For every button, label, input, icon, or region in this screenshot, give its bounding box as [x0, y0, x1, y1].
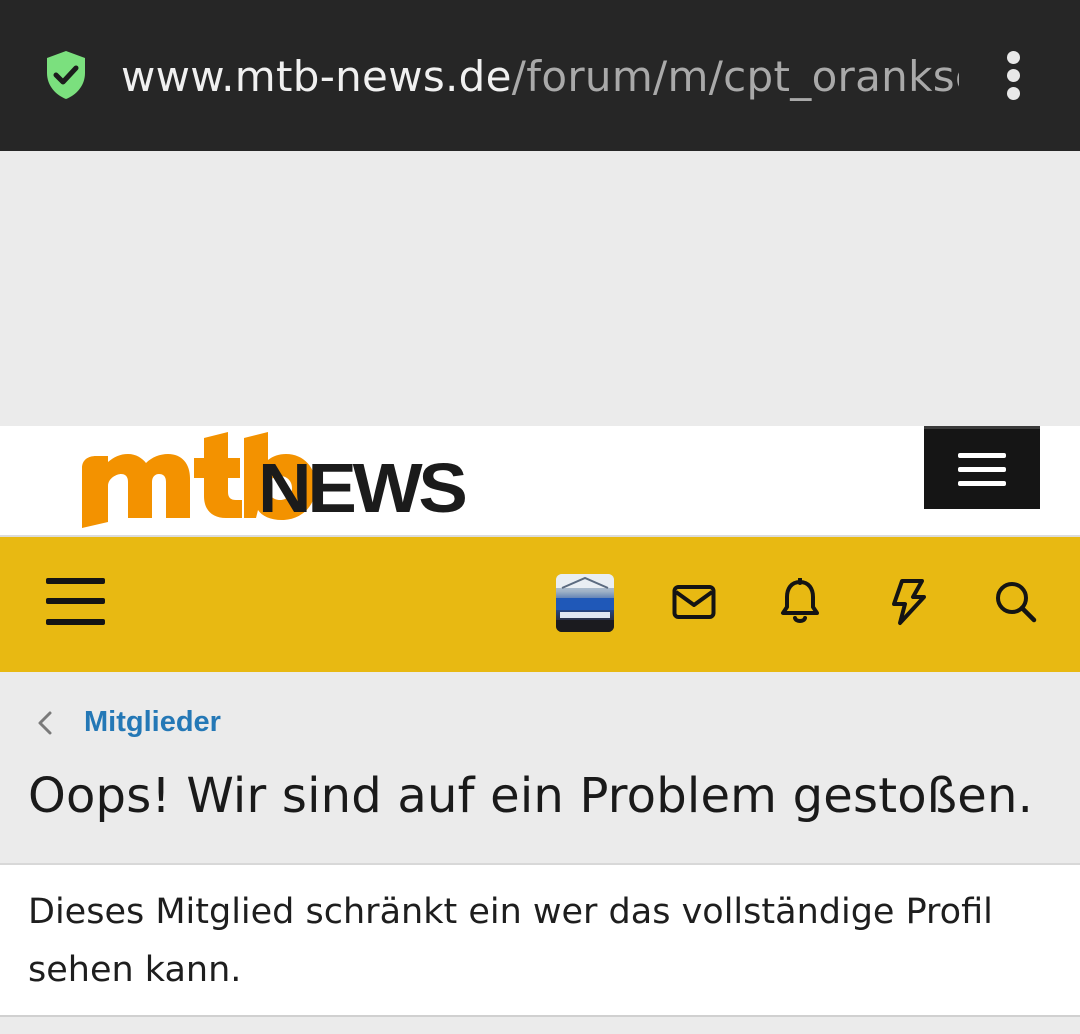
kebab-menu-icon[interactable]	[996, 48, 1032, 104]
url-path: /forum/m/cpt_orankscht	[511, 52, 959, 101]
lightning-icon[interactable]	[888, 578, 928, 626]
bell-icon[interactable]	[780, 578, 820, 624]
url-domain: www.mtb-news.de	[121, 52, 512, 101]
hamburger-icon[interactable]	[46, 576, 105, 628]
ad-placeholder	[0, 151, 1080, 426]
error-message-box: Dieses Mitglied schränkt ein wer das vol…	[0, 863, 1080, 1017]
error-message-text: Dieses Mitglied schränkt ein wer das vol…	[28, 892, 993, 990]
envelope-icon[interactable]	[672, 584, 716, 620]
breadcrumb-link-mitglieder[interactable]: Mitglieder	[84, 700, 221, 744]
shield-check-icon[interactable]	[44, 49, 88, 101]
url-field[interactable]: www.mtb-news.de/forum/m/cpt_orankscht	[121, 50, 959, 104]
browser-url-bar: www.mtb-news.de/forum/m/cpt_orankscht	[0, 0, 1080, 151]
search-icon[interactable]	[994, 580, 1038, 624]
chevron-left-icon	[38, 711, 52, 735]
site-menu-button[interactable]	[924, 426, 1040, 509]
page-title: Oops! Wir sind auf ein Problem gestoßen.	[28, 768, 1034, 824]
avatar[interactable]	[556, 574, 614, 632]
logo-news-text: NEWS	[258, 449, 468, 527]
